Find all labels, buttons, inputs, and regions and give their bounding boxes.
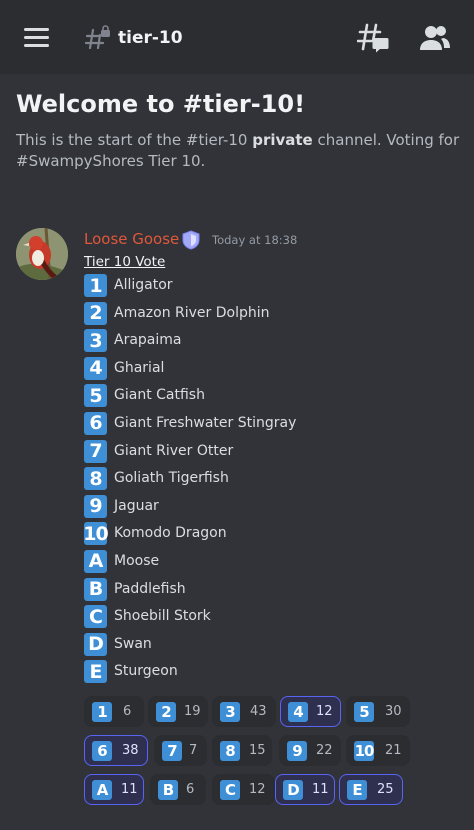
welcome-desc-prefix: This is the start of the #tier-10 <box>16 131 253 149</box>
option-label: Arapaima <box>114 332 182 349</box>
option-label: Komodo Dragon <box>114 525 227 542</box>
reaction-count: 19 <box>184 704 201 719</box>
reaction-row: 16 2 19 3 43 4 12 5 30 <box>84 696 464 735</box>
option-label: Swan <box>114 635 152 652</box>
option-label: Amazon River Dolphin <box>114 304 270 321</box>
keycap-5-icon: 5 <box>84 384 107 408</box>
reaction-c[interactable]: C 12 <box>212 774 275 805</box>
reaction-count: 15 <box>249 743 266 758</box>
threads-icon[interactable] <box>357 23 389 53</box>
message-author[interactable]: Loose Goose <box>84 230 179 248</box>
keycap-9-icon: 9 <box>287 741 307 761</box>
keycap-2-icon: 2 <box>84 301 107 325</box>
reaction-e[interactable]: E 25 <box>339 774 403 805</box>
vote-title: Tier 10 Vote <box>84 254 166 270</box>
reaction-count: 12 <box>249 782 266 797</box>
keycap-2-icon: 2 <box>156 702 176 722</box>
welcome-title: Welcome to #tier-10! <box>16 90 306 118</box>
reaction-count: 11 <box>121 782 138 797</box>
reaction-10[interactable]: 10 21 <box>346 735 410 766</box>
keycap-3-icon: 3 <box>84 329 107 353</box>
reaction-row: 6 38 77 8 15 9 22 10 21 <box>84 735 464 774</box>
keycap-6-icon: 6 <box>84 411 107 435</box>
option-label: Giant River Otter <box>114 442 234 459</box>
regional-a-icon: A <box>92 780 112 800</box>
keycap-1-icon: 1 <box>92 702 112 722</box>
keycap-4-icon: 4 <box>288 702 308 722</box>
keycap-8-icon: 8 <box>84 467 107 491</box>
reaction-count: 21 <box>385 743 402 758</box>
reaction-2[interactable]: 2 19 <box>148 696 208 727</box>
avatar[interactable] <box>16 228 68 280</box>
regional-a-icon: A <box>84 549 107 573</box>
reaction-count: 6 <box>123 704 132 719</box>
reaction-8[interactable]: 8 15 <box>212 735 272 766</box>
reaction-count: 12 <box>316 704 333 719</box>
reaction-a[interactable]: A 11 <box>84 774 144 805</box>
option-label: Giant Freshwater Stingray <box>114 414 297 431</box>
reaction-row: A 11 B6 C 12 D 11 E 25 <box>84 774 464 813</box>
keycap-7-icon: 7 <box>162 741 182 761</box>
regional-b-icon: B <box>158 780 178 800</box>
reaction-count: 25 <box>377 782 394 797</box>
option-label: Paddlefish <box>114 580 186 597</box>
reaction-3[interactable]: 3 43 <box>212 696 276 727</box>
keycap-1-icon: 1 <box>84 274 107 297</box>
channel-title: tier-10 <box>118 28 183 48</box>
reaction-7[interactable]: 77 <box>154 735 207 766</box>
option-label: Jaguar <box>114 497 159 514</box>
regional-c-icon: C <box>220 780 240 800</box>
regional-d-icon: D <box>84 632 107 656</box>
welcome-description: This is the start of the #tier-10 privat… <box>16 130 466 172</box>
option-label: Moose <box>114 552 160 569</box>
members-icon[interactable] <box>420 24 450 52</box>
keycap-7-icon: 7 <box>84 439 107 463</box>
regional-d-icon: D <box>283 780 303 800</box>
keycap-10-icon: 10 <box>83 522 109 546</box>
reaction-count: 7 <box>189 743 198 758</box>
keycap-5-icon: 5 <box>354 702 374 722</box>
reaction-6[interactable]: 6 38 <box>84 735 148 766</box>
reaction-b[interactable]: B6 <box>150 774 206 805</box>
regional-c-icon: C <box>84 605 107 629</box>
option-label: Giant Catfish <box>114 387 205 404</box>
reaction-1[interactable]: 16 <box>84 696 144 727</box>
reaction-9[interactable]: 9 22 <box>279 735 341 766</box>
option-label: Gharial <box>114 359 165 376</box>
channel-welcome: Welcome to #tier-10! This is the start o… <box>16 90 466 172</box>
regional-e-icon: E <box>347 780 367 800</box>
reaction-5[interactable]: 5 30 <box>346 696 410 727</box>
hamburger-menu-icon[interactable] <box>24 28 50 48</box>
keycap-4-icon: 4 <box>84 356 107 380</box>
reaction-count: 38 <box>122 743 139 758</box>
reaction-count: 30 <box>385 704 402 719</box>
locked-hashtag-icon <box>85 25 110 50</box>
option-label: Alligator <box>114 277 173 293</box>
option-label: Sturgeon <box>114 663 178 680</box>
keycap-9-icon: 9 <box>84 494 107 518</box>
option-label: Goliath Tigerfish <box>114 470 229 487</box>
welcome-desc-bold: private <box>252 131 313 149</box>
option-label: Shoebill Stork <box>114 608 211 625</box>
reaction-d[interactable]: D 11 <box>275 774 335 805</box>
reaction-4[interactable]: 4 12 <box>280 696 341 727</box>
reaction-count: 43 <box>250 704 267 719</box>
keycap-6-icon: 6 <box>92 741 112 761</box>
regional-b-icon: B <box>84 577 107 601</box>
message-timestamp: Today at 18:38 <box>212 233 298 247</box>
channel-header: tier-10 <box>0 0 474 74</box>
shield-badge-icon[interactable] <box>182 230 200 250</box>
reaction-count: 11 <box>312 782 329 797</box>
regional-e-icon: E <box>84 660 107 684</box>
keycap-3-icon: 3 <box>220 702 240 722</box>
reaction-count: 22 <box>316 743 333 758</box>
keycap-10-icon: 10 <box>354 741 374 761</box>
reaction-count: 6 <box>186 782 195 797</box>
reactions-bar: 16 2 19 3 43 4 12 5 30 6 38 77 8 15 9 22 10 21 A… <box>84 696 464 813</box>
keycap-8-icon: 8 <box>220 741 240 761</box>
